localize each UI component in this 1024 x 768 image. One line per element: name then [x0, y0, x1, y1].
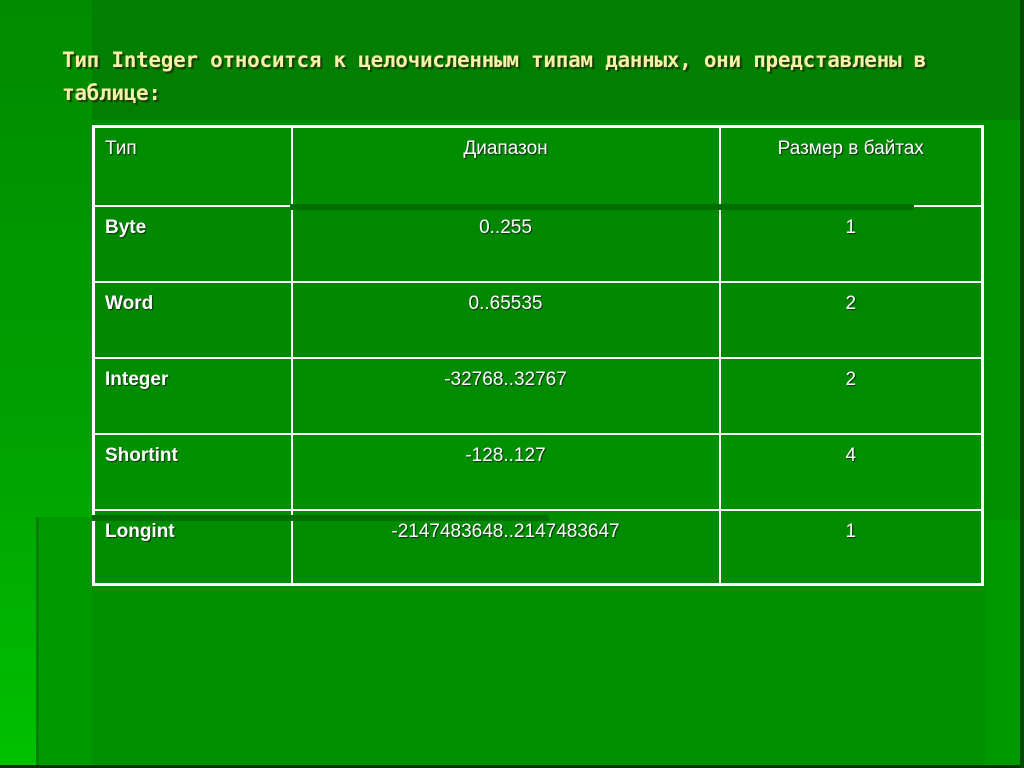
table-header-row: Тип Диапазон Размер в байтах: [92, 125, 984, 207]
cell-range: 0..65535: [290, 280, 721, 359]
cell-size: 1: [718, 204, 984, 283]
background-lower-panel: [92, 585, 985, 768]
header-range: Диапазон: [290, 125, 721, 207]
cell-size: 2: [718, 356, 984, 435]
cell-type: Byte: [92, 204, 293, 283]
table-row: Word 0..65535 2: [92, 280, 984, 359]
header-size: Размер в байтах: [718, 125, 984, 207]
table-row: Integer -32768..32767 2: [92, 356, 984, 435]
cell-type: Word: [92, 280, 293, 359]
background-right-strip-lower: [985, 520, 1024, 768]
background-lower-left-block: [36, 517, 96, 768]
cell-size: 2: [718, 280, 984, 359]
slide-right-edge: [1020, 0, 1024, 768]
table-row: Byte 0..255 1: [92, 204, 984, 283]
header-type: Тип: [92, 125, 293, 207]
slide-title: Тип Integer относится к целочисленным ти…: [62, 48, 927, 105]
decorative-shadow-bar: [92, 515, 549, 521]
cell-range: -128..127: [290, 432, 721, 511]
cell-type: Integer: [92, 356, 293, 435]
cell-size: 4: [718, 432, 984, 511]
cell-range: 0..255: [290, 204, 721, 283]
cell-range: -32768..32767: [290, 356, 721, 435]
decorative-shadow-bar: [290, 204, 914, 210]
table-row: Shortint -128..127 4: [92, 432, 984, 511]
cell-size: 1: [718, 508, 984, 586]
cell-type: Shortint: [92, 432, 293, 511]
